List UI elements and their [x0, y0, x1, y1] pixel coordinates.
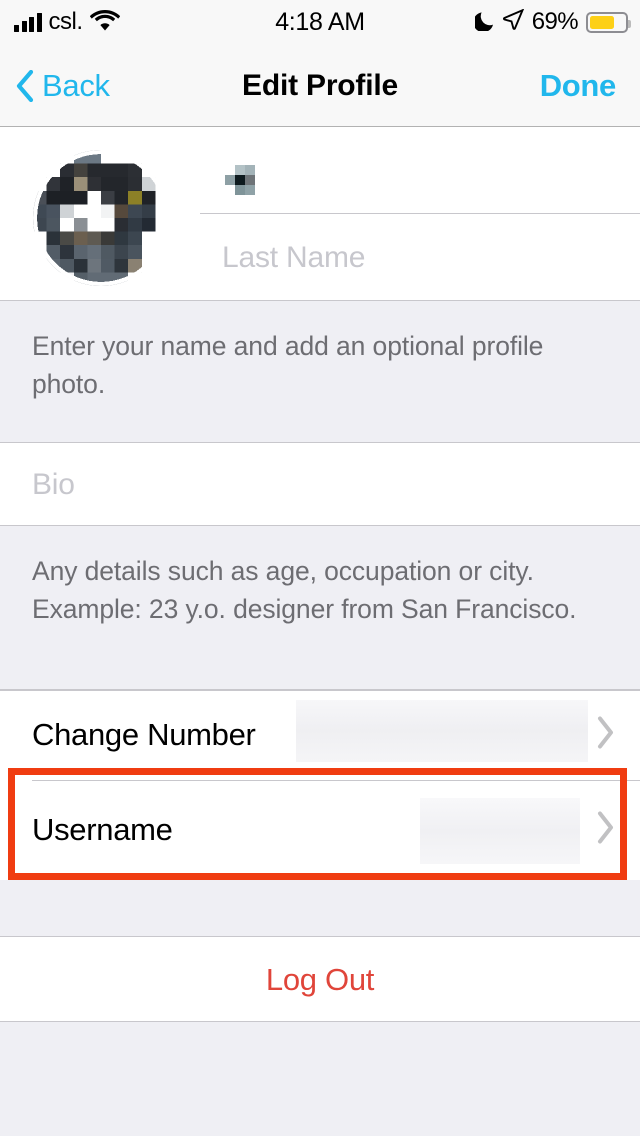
username-label: Username — [32, 812, 173, 847]
bio-footer-text: Any details such as age, occupation or c… — [32, 556, 577, 625]
navigation-bar: Back Edit Profile Done — [0, 44, 640, 127]
bottom-background — [0, 1022, 640, 1136]
profile-photo-avatar[interactable] — [33, 150, 169, 286]
last-name-placeholder: Last Name — [222, 240, 366, 274]
log-out-label: Log Out — [265, 961, 375, 997]
clock-label: 4:18 AM — [275, 7, 365, 36]
location-arrow-icon — [502, 8, 525, 35]
name-section: Last Name — [0, 127, 640, 301]
username-row[interactable]: Username — [0, 780, 640, 880]
change-number-redacted-value — [296, 700, 588, 762]
name-section-footer: Enter your name and add an optional prof… — [0, 301, 640, 443]
battery-icon — [586, 11, 631, 33]
chevron-right-icon — [596, 716, 616, 755]
username-redacted-value — [420, 798, 580, 864]
status-bar-right: 69% — [473, 0, 631, 44]
log-out-button[interactable]: Log Out — [0, 937, 640, 1022]
bio-section-footer: Any details such as age, occupation or c… — [0, 526, 640, 690]
moon-do-not-disturb-icon — [473, 9, 495, 36]
done-button[interactable]: Done — [540, 44, 617, 127]
name-fields: Last Name — [200, 127, 640, 301]
change-number-row[interactable]: Change Number — [0, 690, 640, 780]
bio-input[interactable]: Bio — [0, 443, 640, 526]
edit-profile-screen: csl. 4:18 AM 69% Back Edit Profile Done … — [0, 0, 640, 1136]
row-separator — [32, 780, 640, 781]
last-name-input[interactable]: Last Name — [200, 214, 640, 301]
logout-group-gap — [0, 880, 640, 937]
name-footer-text: Enter your name and add an optional prof… — [32, 331, 544, 400]
first-name-redacted-value — [225, 165, 265, 195]
status-bar: csl. 4:18 AM 69% — [0, 0, 640, 44]
bio-placeholder: Bio — [32, 467, 75, 501]
change-number-label: Change Number — [32, 717, 256, 752]
battery-percent-label: 69% — [531, 8, 579, 35]
settings-rows-group: Change Number Username — [0, 690, 640, 880]
first-name-input[interactable] — [200, 127, 640, 214]
battery-fill — [590, 15, 614, 29]
chevron-right-icon — [596, 811, 616, 850]
